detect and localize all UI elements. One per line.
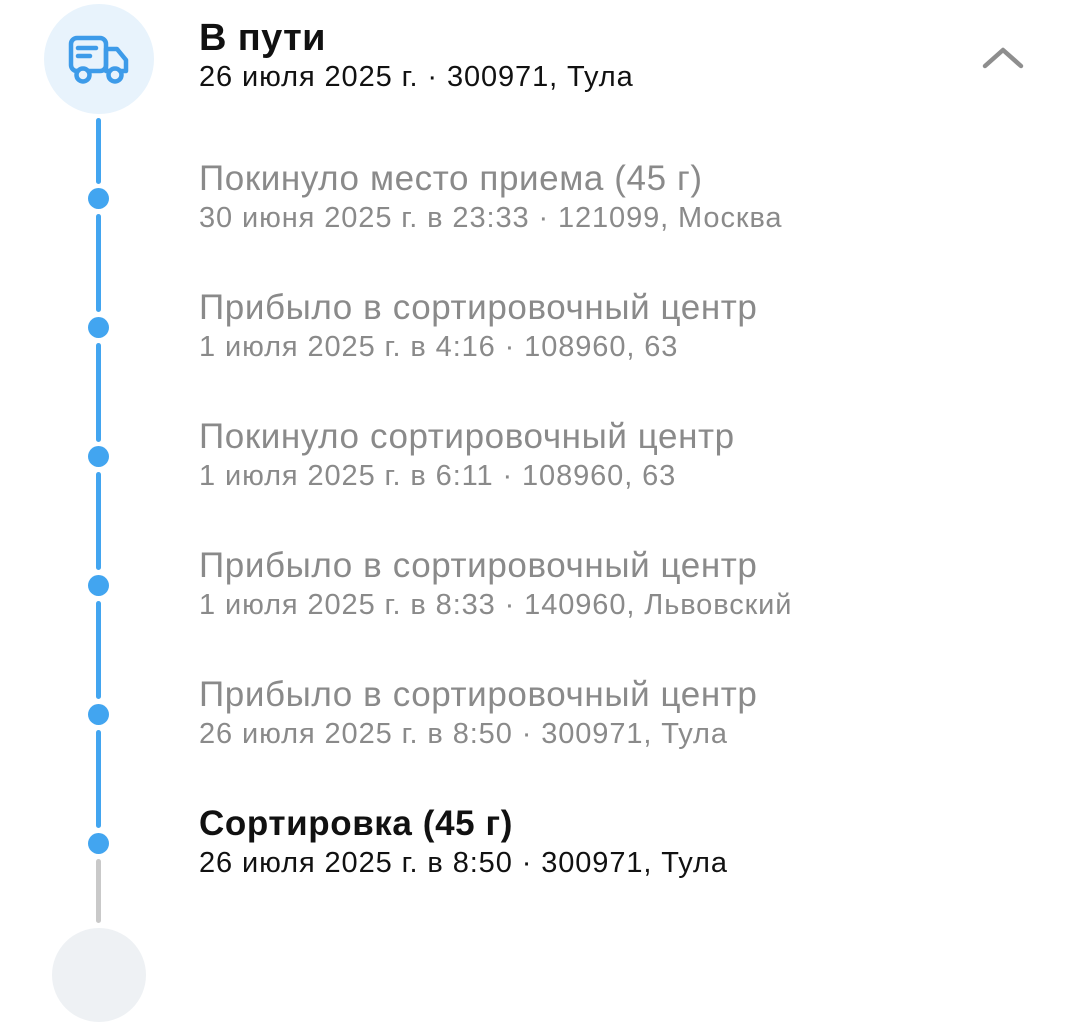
timeline-event: Прибыло в сортировочный центр 26 июля 20… <box>199 674 758 752</box>
timeline-dot <box>88 446 109 467</box>
event-title: Прибыло в сортировочный центр <box>199 546 758 585</box>
timeline-dot <box>88 188 109 209</box>
chevron-up-icon <box>982 47 1024 69</box>
status-subtitle: 26 июля 2025 г. · 300971, Тула <box>199 61 634 93</box>
delivery-truck-icon <box>68 35 129 84</box>
timeline-line <box>96 343 101 442</box>
timeline-event: Покинуло место приема (45 г) 30 июня 202… <box>199 158 782 236</box>
event-title: Прибыло в сортировочный центр <box>199 288 758 327</box>
timeline-dot <box>88 317 109 338</box>
event-title: Сортировка (45 г) <box>199 804 513 843</box>
timeline-line <box>96 472 101 570</box>
status-title: В пути <box>199 17 326 59</box>
timeline-dot <box>88 575 109 596</box>
event-title: Покинуло место приема (45 г) <box>199 159 703 198</box>
event-subtitle: 1 июля 2025 г. в 6:11 · 108960, 63 <box>199 460 677 492</box>
event-title: Прибыло в сортировочный центр <box>199 675 758 714</box>
timeline-dot <box>88 704 109 725</box>
timeline-event: Прибыло в сортировочный центр 1 июля 202… <box>199 545 792 623</box>
timeline-line-pending <box>96 859 101 923</box>
timeline-event: Прибыло в сортировочный центр 1 июля 202… <box>199 287 758 365</box>
timeline-event-latest: Сортировка (45 г) 26 июля 2025 г. в 8:50… <box>199 803 728 881</box>
event-subtitle: 30 июня 2025 г. в 23:33 · 121099, Москва <box>199 202 783 234</box>
current-status[interactable]: В пути 26 июля 2025 г. · 300971, Тула <box>199 17 634 95</box>
event-subtitle: 26 июля 2025 г. в 8:50 · 300971, Тула <box>199 847 728 879</box>
timeline-line <box>96 730 101 828</box>
timeline-line <box>96 118 101 184</box>
status-icon-circle <box>44 4 154 114</box>
collapse-button[interactable] <box>978 38 1028 78</box>
tracking-timeline: В пути 26 июля 2025 г. · 300971, Тула По… <box>0 0 1080 1022</box>
timeline-line <box>96 601 101 699</box>
event-subtitle: 1 июля 2025 г. в 4:16 · 108960, 63 <box>199 331 679 363</box>
timeline-dot <box>88 833 109 854</box>
event-subtitle: 26 июля 2025 г. в 8:50 · 300971, Тула <box>199 718 728 750</box>
timeline-event: Покинуло сортировочный центр 1 июля 2025… <box>199 416 735 494</box>
next-status-circle <box>52 928 146 1022</box>
event-title: Покинуло сортировочный центр <box>199 417 735 456</box>
timeline-line <box>96 214 101 312</box>
event-subtitle: 1 июля 2025 г. в 8:33 · 140960, Львовски… <box>199 589 793 621</box>
